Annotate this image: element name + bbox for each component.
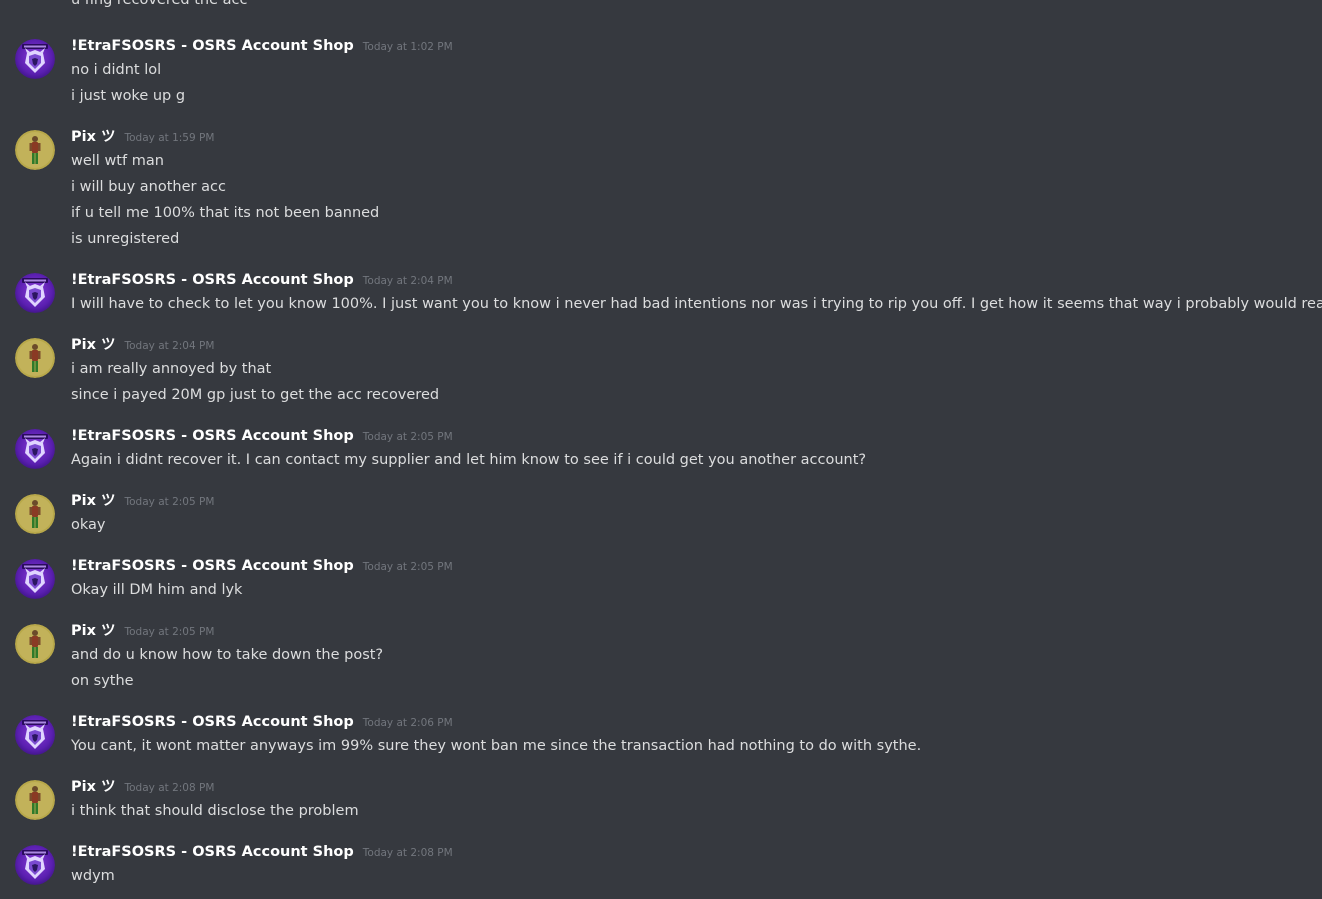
message-header: !EtraFSOSRS - OSRS Account Shop Today at … <box>71 35 453 57</box>
timestamp[interactable]: Today at 2:05 PM <box>363 556 453 578</box>
timestamp[interactable]: Today at 2:05 PM <box>125 491 215 513</box>
timestamp[interactable]: Today at 2:08 PM <box>363 842 453 864</box>
pix-character-avatar[interactable] <box>15 338 55 378</box>
timestamp[interactable]: Today at 2:06 PM <box>363 712 453 734</box>
etra-wolf-avatar[interactable] <box>15 559 55 599</box>
username[interactable]: !EtraFSOSRS - OSRS Account Shop <box>71 711 354 733</box>
timestamp[interactable]: Today at 1:59 PM <box>125 127 215 149</box>
etra-wolf-avatar[interactable] <box>15 715 55 755</box>
timestamp[interactable]: Today at 2:05 PM <box>363 426 453 448</box>
message-text: well wtf man <box>71 153 164 169</box>
message-body: well wtf man i will buy another acc if u t… <box>71 148 379 252</box>
message-body: okay <box>71 512 105 538</box>
message-header: Pix ツ Today at 2:08 PM <box>71 776 214 798</box>
message-body: i think that should disclose the problem <box>71 798 359 824</box>
message-body: I will have to check to let you know 100… <box>71 291 1322 317</box>
message-text: i just woke up g <box>71 88 186 104</box>
message-text: and do u know how to take down the post? <box>71 647 384 663</box>
username[interactable]: Pix ツ <box>71 490 116 512</box>
message-header: Pix ツ Today at 1:59 PM <box>71 126 214 148</box>
message-text: Again i didnt recover it. I can contact … <box>71 452 867 468</box>
pix-character-avatar[interactable] <box>15 130 55 170</box>
message-text: okay <box>71 517 106 533</box>
username[interactable]: Pix ツ <box>71 776 116 798</box>
message-body: and do u know how to take down the post?… <box>71 642 383 694</box>
message-body: Again i didnt recover it. I can contact … <box>71 447 866 473</box>
message-body: i am really annoyed by that since i payed… <box>71 356 439 408</box>
etra-wolf-avatar[interactable] <box>15 39 55 79</box>
message-body: Okay ill DM him and lyk <box>71 577 242 603</box>
message-header: !EtraFSOSRS - OSRS Account Shop Today at … <box>71 425 453 447</box>
message-text: Okay ill DM him and lyk <box>71 582 243 598</box>
message-header: !EtraFSOSRS - OSRS Account Shop Today at … <box>71 841 453 863</box>
message-header: Pix ツ Today at 2:05 PM <box>71 490 214 512</box>
message-header: !EtraFSOSRS - OSRS Account Shop Today at … <box>71 555 453 577</box>
pix-character-avatar[interactable] <box>15 494 55 534</box>
username[interactable]: Pix ツ <box>71 334 116 356</box>
message-text: on sythe <box>71 673 134 689</box>
etra-wolf-avatar[interactable] <box>15 273 55 313</box>
username[interactable]: !EtraFSOSRS - OSRS Account Shop <box>71 841 354 863</box>
message-text: no i didnt lol <box>71 62 162 78</box>
message-body: You cant, it wont matter anyways im 99% … <box>71 733 921 759</box>
etra-wolf-avatar[interactable] <box>15 429 55 469</box>
timestamp[interactable]: Today at 2:04 PM <box>363 270 453 292</box>
message-text: wdym <box>71 868 115 884</box>
username[interactable]: !EtraFSOSRS - OSRS Account Shop <box>71 35 354 57</box>
message-text: You cant, it wont matter anyways im 99% … <box>71 738 922 754</box>
username[interactable]: !EtraFSOSRS - OSRS Account Shop <box>71 555 354 577</box>
message-text: i will buy another acc <box>71 179 226 195</box>
pix-character-avatar[interactable] <box>15 624 55 664</box>
username[interactable]: Pix ツ <box>71 126 116 148</box>
username[interactable]: Pix ツ <box>71 620 116 642</box>
timestamp[interactable]: Today at 1:02 PM <box>363 36 453 58</box>
message-text: is unregistered <box>71 231 180 247</box>
message-text: i am really annoyed by that <box>71 361 272 377</box>
etra-wolf-avatar[interactable] <box>15 845 55 885</box>
timestamp[interactable]: Today at 2:05 PM <box>125 621 215 643</box>
username[interactable]: !EtraFSOSRS - OSRS Account Shop <box>71 269 354 291</box>
timestamp[interactable]: Today at 2:08 PM <box>125 777 215 799</box>
message-text: if u tell me 100% that its not been bann… <box>71 205 380 221</box>
message-header: Pix ツ Today at 2:05 PM <box>71 620 214 642</box>
username[interactable]: !EtraFSOSRS - OSRS Account Shop <box>71 425 354 447</box>
message-text: u fing recovered the acc <box>71 0 248 8</box>
message-body: no i didnt lol i just woke up g <box>71 57 185 109</box>
message-text: I will have to check to let you know 100… <box>71 296 1322 312</box>
pix-character-avatar[interactable] <box>15 780 55 820</box>
timestamp[interactable]: Today at 2:04 PM <box>125 335 215 357</box>
message-text: since i payed 20M gp just to get the acc… <box>71 387 440 403</box>
message-header: !EtraFSOSRS - OSRS Account Shop Today at … <box>71 711 453 733</box>
chat-messages-area[interactable]: u fing recovered the acc !EtraFSOSRS - O… <box>0 0 1322 899</box>
message-body: wdym <box>71 863 115 889</box>
message-text: i think that should disclose the problem <box>71 803 359 819</box>
message-header: !EtraFSOSRS - OSRS Account Shop Today at … <box>71 269 453 291</box>
message-header: Pix ツ Today at 2:04 PM <box>71 334 214 356</box>
